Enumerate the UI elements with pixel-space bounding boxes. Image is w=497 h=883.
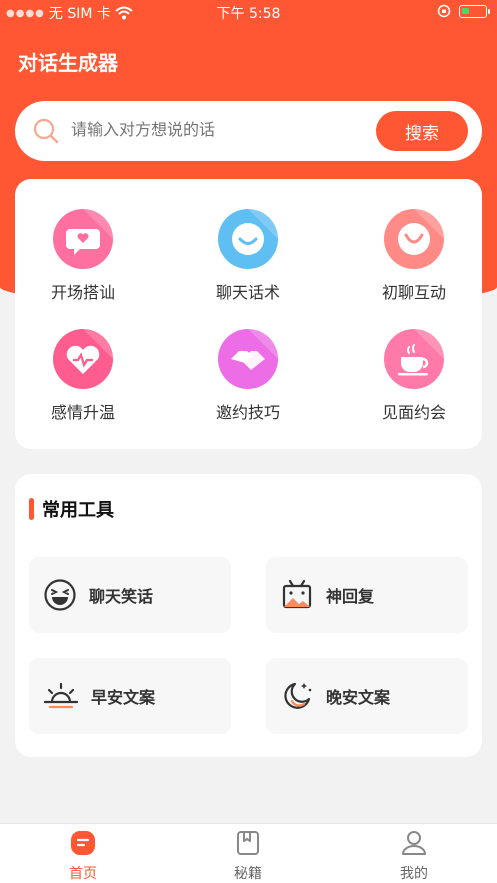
handshake-icon <box>218 329 278 389</box>
category-label: 初聊互动 <box>381 283 446 302</box>
page-title: 对话生成器 <box>18 51 118 75</box>
tool-label: 早安文案 <box>91 688 156 707</box>
search-input[interactable] <box>71 120 371 139</box>
category-label: 见面约会 <box>381 403 446 422</box>
home-icon <box>71 831 95 855</box>
smile-bubble-icon <box>218 209 278 269</box>
category-label: 邀约技巧 <box>215 403 280 422</box>
category-label: 聊天话术 <box>215 283 280 302</box>
tab-tips[interactable]: 秘籍 <box>198 830 298 883</box>
tab-bar: 首页 秘籍 我的 <box>0 823 497 883</box>
tools-title-text: 常用工具 <box>42 500 114 521</box>
sunrise-icon <box>43 682 79 709</box>
laughing-face-icon <box>44 579 76 611</box>
category-date[interactable]: 见面约会 <box>354 329 474 423</box>
search-button[interactable]: 搜索 <box>376 111 468 151</box>
category-opening[interactable]: 开场搭讪 <box>23 209 143 303</box>
category-invite[interactable]: 邀约技巧 <box>188 329 308 423</box>
section-accent-bar <box>29 498 34 520</box>
tab-home[interactable]: 首页 <box>33 830 133 883</box>
coffee-cup-icon <box>384 329 444 389</box>
tool-label: 神回复 <box>326 587 375 606</box>
category-first-chat[interactable]: 初聊互动 <box>354 209 474 303</box>
tab-profile[interactable]: 我的 <box>364 830 464 883</box>
category-chat-skills[interactable]: 聊天话术 <box>188 209 308 303</box>
search-bar: 搜索 <box>15 101 482 161</box>
smile-face-icon <box>384 209 444 269</box>
status-time: 下午 5:58 <box>216 6 281 22</box>
category-card: 开场搭讪 聊天话术 初聊互动 感情升温 邀约技巧 见面约会 <box>15 179 482 449</box>
book-icon <box>237 831 259 855</box>
tool-night-text[interactable]: 晚安文案 <box>266 658 468 734</box>
chat-heart-icon <box>53 209 113 269</box>
category-label: 感情升温 <box>50 403 115 422</box>
tab-label: 秘籍 <box>234 866 262 882</box>
heart-pulse-icon <box>53 329 113 389</box>
search-icon <box>33 118 59 144</box>
tool-jokes[interactable]: 聊天笑话 <box>29 557 231 633</box>
battery-icon <box>459 4 490 18</box>
tool-morning-text[interactable]: 早安文案 <box>29 658 231 734</box>
tab-label: 首页 <box>69 866 97 882</box>
status-bar: ●●●● 无 SIM 卡 下午 5:58 <box>0 0 497 24</box>
moon-icon <box>284 682 312 709</box>
category-warmup[interactable]: 感情升温 <box>23 329 143 423</box>
category-label: 开场搭讪 <box>50 283 115 302</box>
tool-witty-reply[interactable]: 神回复 <box>266 557 468 633</box>
tools-card: 常用工具 聊天笑话 神回复 早安文案 晚安文案 <box>15 474 482 757</box>
tab-label: 我的 <box>400 866 428 882</box>
user-icon <box>402 831 426 855</box>
tools-section-title: 常用工具 <box>29 496 114 522</box>
tv-icon <box>282 579 312 609</box>
rotation-lock-icon <box>437 4 451 18</box>
tool-label: 晚安文案 <box>326 688 391 707</box>
tool-label: 聊天笑话 <box>89 587 154 606</box>
